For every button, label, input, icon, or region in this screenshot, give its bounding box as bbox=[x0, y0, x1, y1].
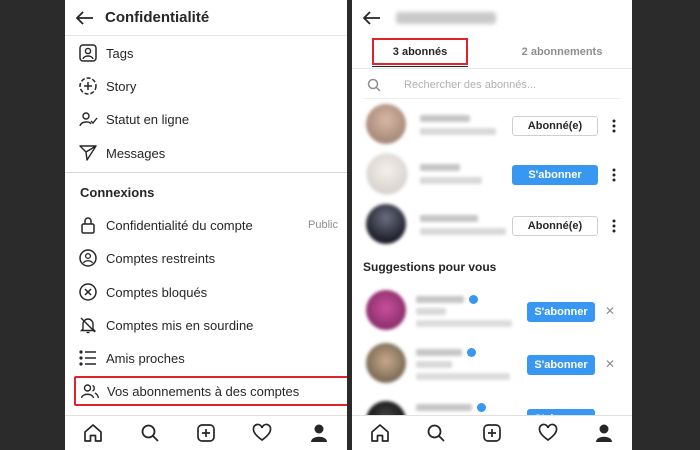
avatar[interactable] bbox=[366, 153, 408, 195]
follow-button[interactable]: S'abonner bbox=[527, 355, 595, 375]
search-icon bbox=[364, 78, 384, 92]
close-friends-list-icon bbox=[77, 347, 99, 369]
settings-item-label: Comptes mis en sourdine bbox=[106, 317, 254, 333]
settings-item-label: Messages bbox=[106, 145, 166, 161]
back-arrow-icon[interactable] bbox=[65, 10, 105, 25]
privacy-settings-screen: Confidentialité Tags Story Statut en lig… bbox=[65, 0, 347, 450]
blurred-username bbox=[416, 296, 464, 303]
new-post-icon[interactable] bbox=[194, 421, 218, 445]
follower-row: Abonné(e) bbox=[352, 104, 632, 148]
tab-bar: 3 abonnés 2 abonnements bbox=[352, 36, 632, 69]
settings-item-label: Comptes bloqués bbox=[106, 284, 208, 300]
avatar[interactable] bbox=[366, 104, 406, 144]
blurred-fullname bbox=[420, 228, 506, 235]
avatar[interactable] bbox=[366, 343, 406, 383]
blurred-subtitle bbox=[416, 373, 510, 380]
tab-following[interactable]: 2 abonnements bbox=[502, 38, 622, 65]
settings-item-label: Tags bbox=[106, 45, 134, 61]
more-options-icon[interactable] bbox=[609, 216, 619, 236]
settings-item-online-status[interactable]: Statut en ligne bbox=[65, 104, 347, 134]
following-button[interactable]: Abonné(e) bbox=[512, 216, 598, 236]
settings-item-story[interactable]: Story bbox=[65, 71, 347, 101]
settings-item-close-friends[interactable]: Amis proches bbox=[65, 343, 347, 373]
verified-badge-icon bbox=[477, 403, 486, 412]
blurred-username bbox=[416, 404, 472, 411]
following-people-icon bbox=[79, 380, 101, 402]
follower-row: S'abonner bbox=[352, 153, 632, 197]
blurred-username bbox=[396, 11, 496, 24]
settings-item-muted[interactable]: Comptes mis en sourdine bbox=[65, 310, 347, 340]
avatar[interactable] bbox=[366, 204, 406, 244]
blurred-subtitle bbox=[416, 320, 512, 327]
verified-badge-icon bbox=[467, 348, 476, 357]
bottom-nav bbox=[352, 415, 632, 450]
settings-item-following[interactable]: Vos abonnements à des comptes bbox=[74, 376, 347, 406]
header: Confidentialité bbox=[65, 0, 347, 36]
tag-person-icon bbox=[77, 42, 99, 64]
activity-heart-icon[interactable] bbox=[250, 421, 274, 445]
dismiss-icon[interactable]: ✕ bbox=[604, 357, 616, 371]
account-privacy-value: Public bbox=[308, 219, 338, 231]
settings-item-label: Confidentialité du compte bbox=[106, 217, 253, 233]
blurred-username bbox=[420, 115, 470, 122]
suggestion-row: S'abonner ✕ bbox=[352, 290, 632, 334]
settings-item-label: Comptes restreints bbox=[106, 250, 216, 266]
blurred-username bbox=[420, 215, 478, 222]
settings-item-label: Statut en ligne bbox=[106, 111, 190, 127]
muted-bell-icon bbox=[77, 314, 99, 336]
search-icon[interactable] bbox=[424, 421, 448, 445]
avatar[interactable] bbox=[366, 290, 406, 330]
following-button[interactable]: Abonné(e) bbox=[512, 116, 598, 136]
divider bbox=[65, 172, 347, 173]
settings-item-blocked[interactable]: Comptes bloqués bbox=[65, 277, 347, 307]
followers-screen: 3 abonnés 2 abonnements Rechercher des a… bbox=[352, 0, 632, 450]
settings-item-label: Story bbox=[106, 78, 137, 94]
home-icon[interactable] bbox=[81, 421, 105, 445]
blurred-fullname bbox=[416, 308, 446, 315]
follower-row: Abonné(e) bbox=[352, 204, 632, 248]
activity-heart-icon[interactable] bbox=[536, 421, 560, 445]
blocked-icon bbox=[77, 281, 99, 303]
verified-badge-icon bbox=[469, 295, 478, 304]
home-icon[interactable] bbox=[368, 421, 392, 445]
header bbox=[352, 0, 632, 35]
profile-icon[interactable] bbox=[307, 421, 331, 445]
blurred-username bbox=[420, 164, 460, 171]
suggestion-row: S'abonner ✕ bbox=[352, 343, 632, 387]
lock-icon bbox=[77, 214, 99, 236]
blurred-fullname bbox=[420, 128, 496, 135]
search-field[interactable]: Rechercher des abonnés... bbox=[364, 72, 620, 99]
blurred-username bbox=[416, 349, 462, 356]
more-options-icon[interactable] bbox=[609, 165, 619, 185]
blurred-fullname bbox=[416, 361, 452, 368]
page-title: Confidentialité bbox=[105, 9, 210, 26]
settings-item-label: Amis proches bbox=[106, 350, 185, 366]
dismiss-icon[interactable]: ✕ bbox=[604, 304, 616, 318]
settings-item-restricted[interactable]: Comptes restreints bbox=[65, 243, 347, 273]
follow-back-button[interactable]: S'abonner bbox=[512, 165, 598, 185]
search-placeholder: Rechercher des abonnés... bbox=[404, 79, 537, 91]
settings-item-account-privacy[interactable]: Confidentialité du compte Public bbox=[65, 210, 347, 240]
story-add-icon bbox=[77, 75, 99, 97]
blurred-fullname bbox=[420, 177, 482, 184]
settings-item-messages[interactable]: Messages bbox=[65, 138, 347, 168]
new-post-icon[interactable] bbox=[480, 421, 504, 445]
tab-followers[interactable]: 3 abonnés bbox=[372, 38, 468, 67]
follow-button[interactable]: S'abonner bbox=[527, 302, 595, 322]
settings-item-label: Vos abonnements à des comptes bbox=[107, 383, 300, 399]
bottom-nav bbox=[65, 415, 347, 450]
more-options-icon[interactable] bbox=[609, 116, 619, 136]
back-arrow-icon[interactable] bbox=[352, 10, 392, 25]
online-status-icon bbox=[77, 108, 99, 130]
restricted-icon bbox=[77, 247, 99, 269]
settings-item-tags[interactable]: Tags bbox=[65, 38, 347, 68]
paper-plane-icon bbox=[77, 142, 99, 164]
search-icon[interactable] bbox=[138, 421, 162, 445]
section-heading-connexions: Connexions bbox=[80, 185, 155, 200]
suggestions-heading: Suggestions pour vous bbox=[363, 260, 497, 274]
profile-icon[interactable] bbox=[592, 421, 616, 445]
